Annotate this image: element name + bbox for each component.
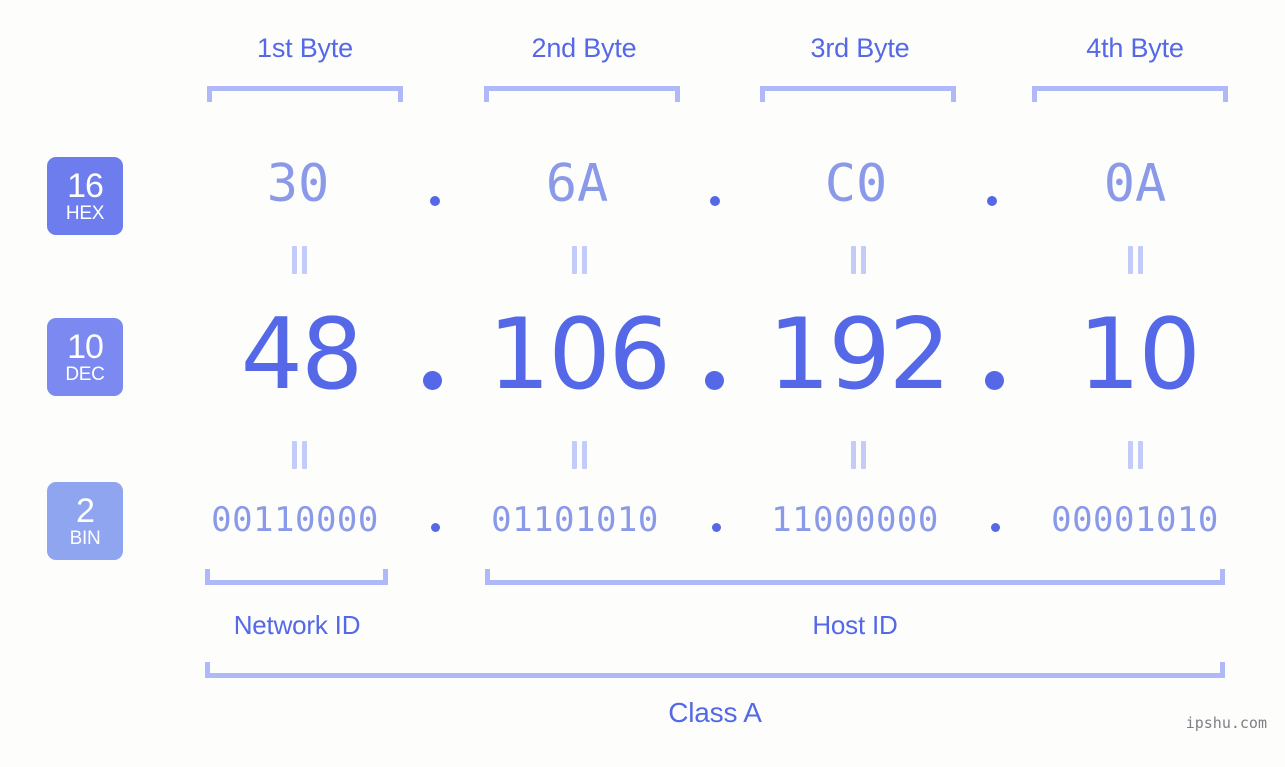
dec-separator-1 <box>423 371 442 390</box>
byte-bracket-1 <box>207 86 403 102</box>
bin-byte-4: 00001010 <box>1051 500 1219 540</box>
base-badge-hex-name: HEX <box>65 203 105 224</box>
bin-separator-1 <box>431 523 440 532</box>
base-badge-bin-number: 2 <box>76 492 95 530</box>
byte-bracket-2 <box>484 86 680 102</box>
dec-separator-3 <box>985 371 1004 390</box>
hex-byte-2: 6A <box>545 154 609 214</box>
bin-byte-2: 01101010 <box>491 500 659 540</box>
host-id-bracket <box>485 569 1225 585</box>
base-badge-dec: 10 DEC <box>47 318 123 396</box>
base-badge-dec-number: 10 <box>67 328 104 366</box>
hex-byte-1: 30 <box>266 154 330 214</box>
network-id-label: Network ID <box>233 610 361 640</box>
bin-byte-3: 11000000 <box>771 500 939 540</box>
byte-label-2: 2nd Byte <box>531 33 637 63</box>
equals-icon-dec-bin-2 <box>572 441 587 469</box>
network-id-bracket <box>205 569 388 585</box>
byte-bracket-4 <box>1032 86 1228 102</box>
base-badge-hex: 16 HEX <box>47 157 123 235</box>
dec-byte-3: 192 <box>767 298 951 412</box>
hex-byte-3: C0 <box>824 154 888 214</box>
base-badge-bin-name: BIN <box>69 528 101 549</box>
equals-icon-hex-dec-2 <box>572 246 587 274</box>
base-badge-hex-number: 16 <box>67 167 104 205</box>
base-badge-bin: 2 BIN <box>47 482 123 560</box>
class-label: Class A <box>668 697 762 728</box>
equals-icon-dec-bin-3 <box>851 441 866 469</box>
equals-icon-hex-dec-4 <box>1128 246 1143 274</box>
base-badge-dec-name: DEC <box>65 364 105 385</box>
ip-address-breakdown-diagram: 1st Byte 2nd Byte 3rd Byte 4th Byte 16 H… <box>0 0 1285 767</box>
dec-byte-1: 48 <box>240 298 364 412</box>
site-watermark: ipshu.com <box>1185 714 1267 732</box>
bin-separator-2 <box>712 523 721 532</box>
class-bracket <box>205 662 1225 678</box>
hex-byte-4: 0A <box>1103 154 1167 214</box>
equals-icon-dec-bin-1 <box>292 441 307 469</box>
hex-separator-1 <box>430 196 440 206</box>
equals-icon-dec-bin-4 <box>1128 441 1143 469</box>
equals-icon-hex-dec-1 <box>292 246 307 274</box>
byte-label-1: 1st Byte <box>257 33 353 63</box>
host-id-label: Host ID <box>812 610 898 640</box>
bin-separator-3 <box>991 523 1000 532</box>
byte-label-4: 4th Byte <box>1086 33 1184 63</box>
bin-byte-1: 00110000 <box>211 500 379 540</box>
hex-separator-2 <box>710 196 720 206</box>
dec-byte-4: 10 <box>1078 298 1201 412</box>
byte-label-3: 3rd Byte <box>810 33 910 63</box>
dec-byte-2: 106 <box>487 298 671 412</box>
equals-icon-hex-dec-3 <box>851 246 866 274</box>
byte-bracket-3 <box>760 86 956 102</box>
dec-separator-2 <box>705 371 724 390</box>
hex-separator-3 <box>987 196 997 206</box>
